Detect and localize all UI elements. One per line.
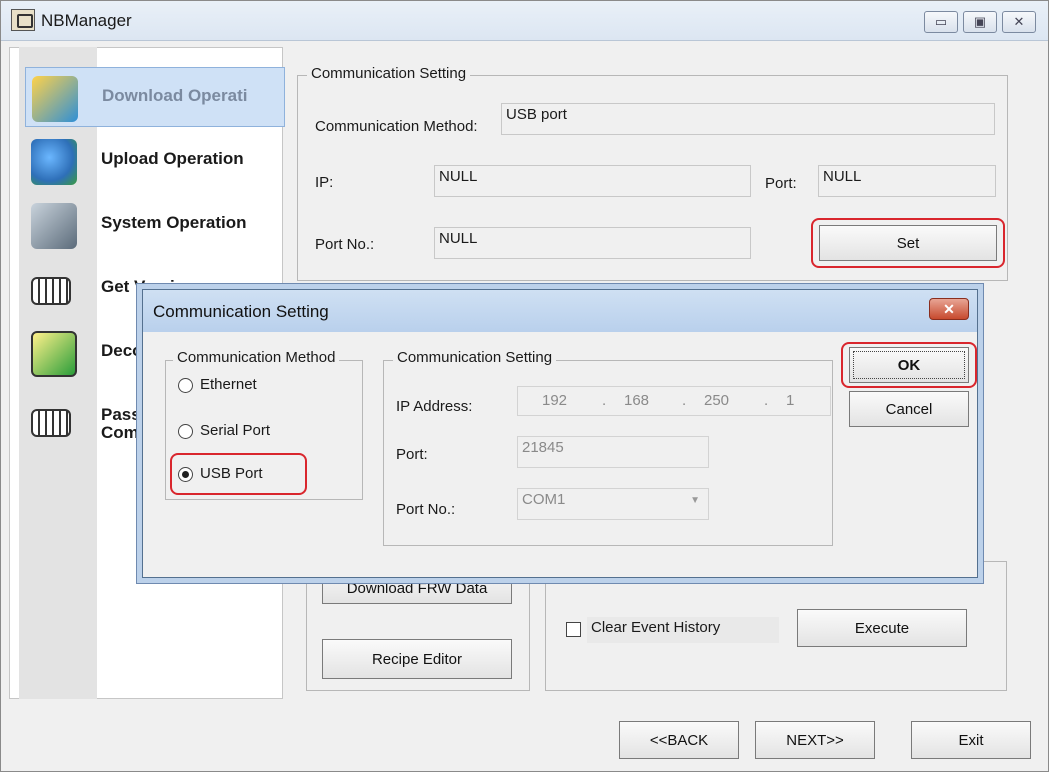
execute-button[interactable]: Execute <box>797 609 967 647</box>
communication-method-field: USB port <box>501 103 995 135</box>
minimize-icon: ▭ <box>934 14 948 29</box>
serial-port-label[interactable]: Serial Port <box>200 422 270 439</box>
maximize-icon: ▣ <box>973 14 987 29</box>
dialog-close-button[interactable]: ✕ <box>929 298 969 320</box>
dialog-port-no-value: COM1 <box>522 491 566 508</box>
sidebar-item-label: Download Operati <box>102 86 248 105</box>
set-button[interactable]: Set <box>819 225 997 261</box>
dialog-port-no-label: Port No.: <box>396 501 456 518</box>
close-icon: ✕ <box>1013 14 1025 29</box>
get-version-icon <box>31 277 71 305</box>
sidebar-item-upload[interactable]: Upload Operation <box>25 131 285 191</box>
communication-setting-dialog: Communication Setting ✕ Communication Me… <box>142 289 978 578</box>
ip-address-label: IP Address: <box>396 398 473 415</box>
dialog-port-field: 21845 <box>517 436 709 468</box>
sidebar-item-label: Upload Operation <box>101 149 244 168</box>
dialog-title-bar: Communication Setting ✕ <box>143 290 977 332</box>
communication-method-group-title: Communication Method <box>173 349 340 366</box>
cancel-button[interactable]: Cancel <box>849 391 969 427</box>
sidebar-item-system[interactable]: System Operation <box>25 195 285 255</box>
chevron-down-icon: ▼ <box>690 495 700 506</box>
communication-setting-title: Communication Setting <box>307 65 471 82</box>
ip-separator: . <box>764 392 769 409</box>
clear-event-history-checkbox[interactable] <box>566 622 581 637</box>
sidebar-item-download[interactable]: Download Operati <box>25 67 285 127</box>
usb-port-label[interactable]: USB Port <box>200 465 263 482</box>
port-no-label: Port No.: <box>315 236 375 253</box>
dialog-port-label: Port: <box>396 446 428 463</box>
ip-octet-3: 250 <box>704 392 730 409</box>
serial-port-radio[interactable] <box>178 424 193 439</box>
minimize-button[interactable]: ▭ <box>924 11 958 33</box>
ip-separator: . <box>602 392 607 409</box>
ip-octet-2: 168 <box>624 392 650 409</box>
sidebar-item-label: Deco <box>101 341 139 360</box>
upload-icon <box>31 139 77 185</box>
app-logo-icon <box>11 9 35 31</box>
ip-separator: . <box>682 392 687 409</box>
sidebar-item-label: System Operation <box>101 213 247 232</box>
back-button[interactable]: <<BACK <box>619 721 739 759</box>
port-no-field: NULL <box>434 227 751 259</box>
next-button[interactable]: NEXT>> <box>755 721 875 759</box>
ok-button[interactable]: OK <box>849 347 969 383</box>
sidebar-item-label: Pass <box>101 405 139 424</box>
close-window-button[interactable]: ✕ <box>1002 11 1036 33</box>
title-bar: NBManager ▭ ▣ ✕ <box>1 1 1048 41</box>
maximize-button[interactable]: ▣ <box>963 11 997 33</box>
ethernet-radio[interactable] <box>178 378 193 393</box>
exit-button[interactable]: Exit <box>911 721 1031 759</box>
ip-address-field: 192 . 168 . 250 . 1 <box>517 386 831 416</box>
decompile-icon <box>31 331 77 377</box>
sidebar-item-label-line2: Com <box>101 423 139 442</box>
ethernet-label[interactable]: Ethernet <box>200 376 257 393</box>
close-icon: ✕ <box>943 300 955 317</box>
clear-event-history-label[interactable]: Clear Event History <box>587 617 779 643</box>
ip-label: IP: <box>315 174 334 191</box>
dialog-port-no-select: COM1 ▼ <box>517 488 709 520</box>
system-tools-icon <box>31 203 77 249</box>
recipe-editor-button[interactable]: Recipe Editor <box>322 639 512 679</box>
port-label: Port: <box>765 175 797 192</box>
window-title: NBManager <box>41 11 132 30</box>
dialog-communication-setting-title: Communication Setting <box>393 349 557 366</box>
communication-method-label: Communication Method: <box>315 118 478 135</box>
ip-octet-1: 192 <box>542 392 568 409</box>
port-field: NULL <box>818 165 996 197</box>
download-icon <box>32 76 78 122</box>
password-icon <box>31 409 71 437</box>
dialog-title: Communication Setting <box>153 302 329 321</box>
usb-port-radio[interactable] <box>178 467 193 482</box>
ip-octet-4: 1 <box>786 392 795 409</box>
ip-field: NULL <box>434 165 751 197</box>
